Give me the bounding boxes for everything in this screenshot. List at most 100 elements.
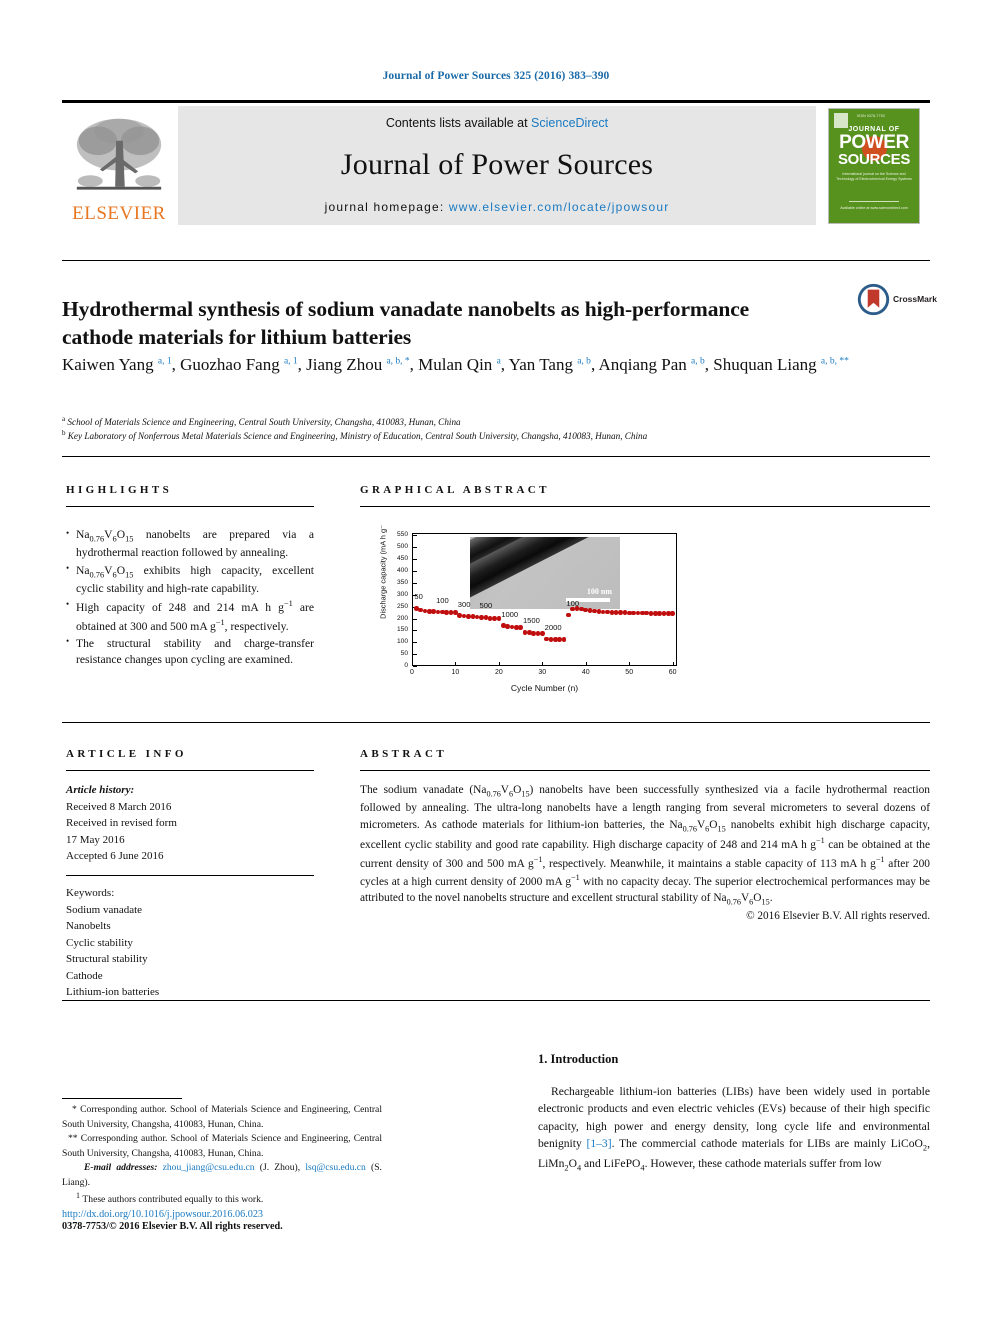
equal-contribution-text: These authors contributed equally to thi… (82, 1194, 264, 1206)
crossmark-badge[interactable]: CrossMark (857, 281, 939, 317)
highlight-item: High capacity of 248 and 214 mA h g−1 ar… (66, 598, 314, 635)
chart-rate-annotation: 50 (414, 592, 423, 602)
highlights-list: Na0.76V6O15 nanobelts are prepared via a… (66, 527, 314, 670)
footnotes-block: * Corresponding author. School of Materi… (62, 1103, 382, 1208)
chart-y-tick-label: 550 (396, 531, 408, 539)
highlights-heading: HIGHLIGHTS (66, 484, 173, 496)
introduction-heading: 1. Introduction (538, 1052, 619, 1066)
highlight-item: Na0.76V6O15 nanobelts are prepared via a… (66, 527, 314, 562)
chart-y-tick-label: 450 (396, 555, 408, 563)
email-label: E-mail addresses: (84, 1162, 158, 1174)
chart-x-tick-mark (412, 662, 413, 666)
abstract-body: The sodium vanadate (Na0.76V6O15) nanobe… (360, 784, 931, 907)
chart-x-tick-label: 10 (451, 669, 460, 676)
chart-y-tick-mark (413, 582, 417, 584)
chart-x-tick-mark (629, 662, 631, 666)
chart-rate-annotation: 300 (457, 599, 471, 609)
chart-y-tick-label: 500 (396, 543, 408, 551)
chart-x-tick-label: 40 (581, 669, 590, 676)
chart-x-tick-label: 20 (494, 669, 503, 676)
cover-blurb: International journal on the Science and… (836, 171, 912, 182)
journal-homepage-line: journal homepage: www.elsevier.com/locat… (325, 200, 670, 214)
highlight-item: Na0.76V6O15 exhibits high capacity, exce… (66, 562, 314, 598)
cover-line1: POWER (839, 131, 909, 153)
chart-x-tick-mark (542, 662, 544, 666)
keyword-item: Cyclic stability (66, 936, 133, 949)
chart-x-tick-mark (672, 662, 674, 666)
chart-rate-annotation: 100 (436, 595, 449, 605)
chart-rate-annotation: 500 (479, 601, 493, 611)
corresponding-author-1: * Corresponding author. School of Materi… (62, 1104, 382, 1130)
chart-y-tick-label: 300 (396, 590, 408, 598)
keywords-divider (66, 875, 314, 876)
article-info-heading-rule (66, 770, 314, 771)
introduction-body: Rechargeable lithium-ion batteries (LIBs… (538, 1085, 930, 1173)
keyword-item: Structural stability (66, 953, 148, 965)
chart-data-point (518, 625, 523, 630)
equal-contribution-note: 1 These authors contributed equally to t… (76, 1191, 264, 1206)
elsevier-wordmark: ELSEVIER (72, 203, 166, 224)
chart-x-tick-mark (585, 662, 587, 666)
chart-x-tick-label: 0 (410, 669, 414, 676)
email-link-liang[interactable]: lsq@csu.edu.cn (305, 1162, 366, 1173)
elsevier-logo: ELSEVIER (62, 106, 176, 225)
cover-art: ISSN 0378-7753 JOURNAL OF POWER SOURCES … (828, 107, 920, 224)
crossmark-icon (857, 283, 890, 315)
journal-cover-thumbnail: ISSN 0378-7753 JOURNAL OF POWER SOURCES … (818, 106, 930, 225)
chart-x-tick-label: 60 (668, 669, 677, 676)
keyword-item: Nanobelts (66, 920, 111, 932)
sciencedirect-link[interactable]: ScienceDirect (531, 116, 608, 130)
email-person-zhou: (J. Zhou), (259, 1162, 301, 1174)
chart-x-tick-mark (455, 662, 457, 666)
contents-prefix: Contents lists available at (385, 116, 532, 130)
chart-y-tick-label: 400 (396, 567, 408, 574)
keyword-item: Lithium-ion batteries (66, 986, 160, 998)
email-addresses: E-mail addresses: zhou_jiang@csu.edu.cn … (62, 1161, 382, 1190)
chart-y-tick-mark (413, 630, 417, 632)
author-list: Kaiwen Yang a, 1, Guozhao Fang a, 1, Jia… (62, 355, 849, 374)
chart-y-tick-label: 150 (396, 626, 408, 634)
chart-y-tick-label: 350 (396, 578, 408, 586)
article-history-block: Article history: Received 8 March 2016 R… (66, 782, 316, 865)
affiliation-b-text: Key Laboratory of Nonferrous Metal Mater… (67, 431, 648, 442)
rate-capability-chart: Discharge capacity (mA h g⁻¹) Cycle Numb… (360, 525, 700, 703)
article-history-item: Received in revised form (66, 817, 177, 829)
header-block-bottom-divider (62, 1000, 930, 1001)
keywords-block: Keywords: Sodium vanadate Nanobelts Cycl… (66, 885, 316, 1001)
chart-y-tick-mark (413, 618, 417, 620)
abstract-heading: ABSTRACT (360, 748, 448, 760)
article-history-item: Received 8 March 2016 (66, 800, 172, 813)
issn-copyright: 0378-7753/© 2016 Elsevier B.V. All right… (62, 1221, 283, 1232)
tem-image-inset: 100 nm (470, 537, 620, 609)
contents-line: Contents lists available at ScienceDirec… (386, 116, 608, 130)
graphical-abstract-heading: GRAPHICAL ABSTRACT (360, 484, 550, 496)
affiliation-b: b Key Laboratory of Nonferrous Metal Mat… (62, 429, 648, 442)
chart-data-point (670, 611, 675, 616)
chart-y-tick-label: 100 (396, 638, 408, 646)
abstract-copyright: © 2016 Elsevier B.V. All rights reserved… (746, 910, 930, 922)
graphical-abstract-heading-rule (360, 506, 930, 507)
email-link-zhou[interactable]: zhou_jiang@csu.edu.cn (163, 1162, 255, 1173)
keyword-item: Cathode (66, 969, 103, 982)
title-divider (62, 260, 930, 261)
corresponding-author-2: ** Corresponding author. School of Mater… (62, 1133, 382, 1159)
chart-rate-annotation: 1000 (501, 609, 519, 619)
doi-link[interactable]: http://dx.doi.org/10.1016/j.jpowsour.201… (62, 1207, 402, 1222)
keywords-label: Keywords: (66, 887, 115, 899)
affiliation-a-text: School of Materials Science and Engineer… (67, 417, 461, 428)
elsevier-tree-icon (76, 118, 162, 190)
homepage-url[interactable]: www.elsevier.com/locate/jpowsour (449, 200, 669, 214)
running-head: Journal of Power Sources 325 (2016) 383–… (382, 70, 610, 82)
article-info-heading: ARTICLE INFO (66, 748, 187, 760)
chart-y-tick-mark (413, 535, 417, 537)
article-history-item: 17 May 2016 (66, 833, 125, 846)
chart-rate-annotation: 1500 (522, 616, 540, 626)
journal-article-page: Journal of Power Sources 325 (2016) 383–… (0, 0, 992, 1323)
chart-y-tick-label: 0 (404, 662, 408, 669)
homepage-prefix: journal homepage: (324, 200, 449, 214)
chart-y-tick-label: 250 (396, 602, 408, 610)
abstract-heading-rule (360, 770, 930, 771)
scale-bar-label: 100 nm (586, 587, 612, 596)
citation-link-1-3[interactable]: [1–3] (586, 1137, 611, 1150)
chart-y-tick-mark (413, 559, 417, 561)
